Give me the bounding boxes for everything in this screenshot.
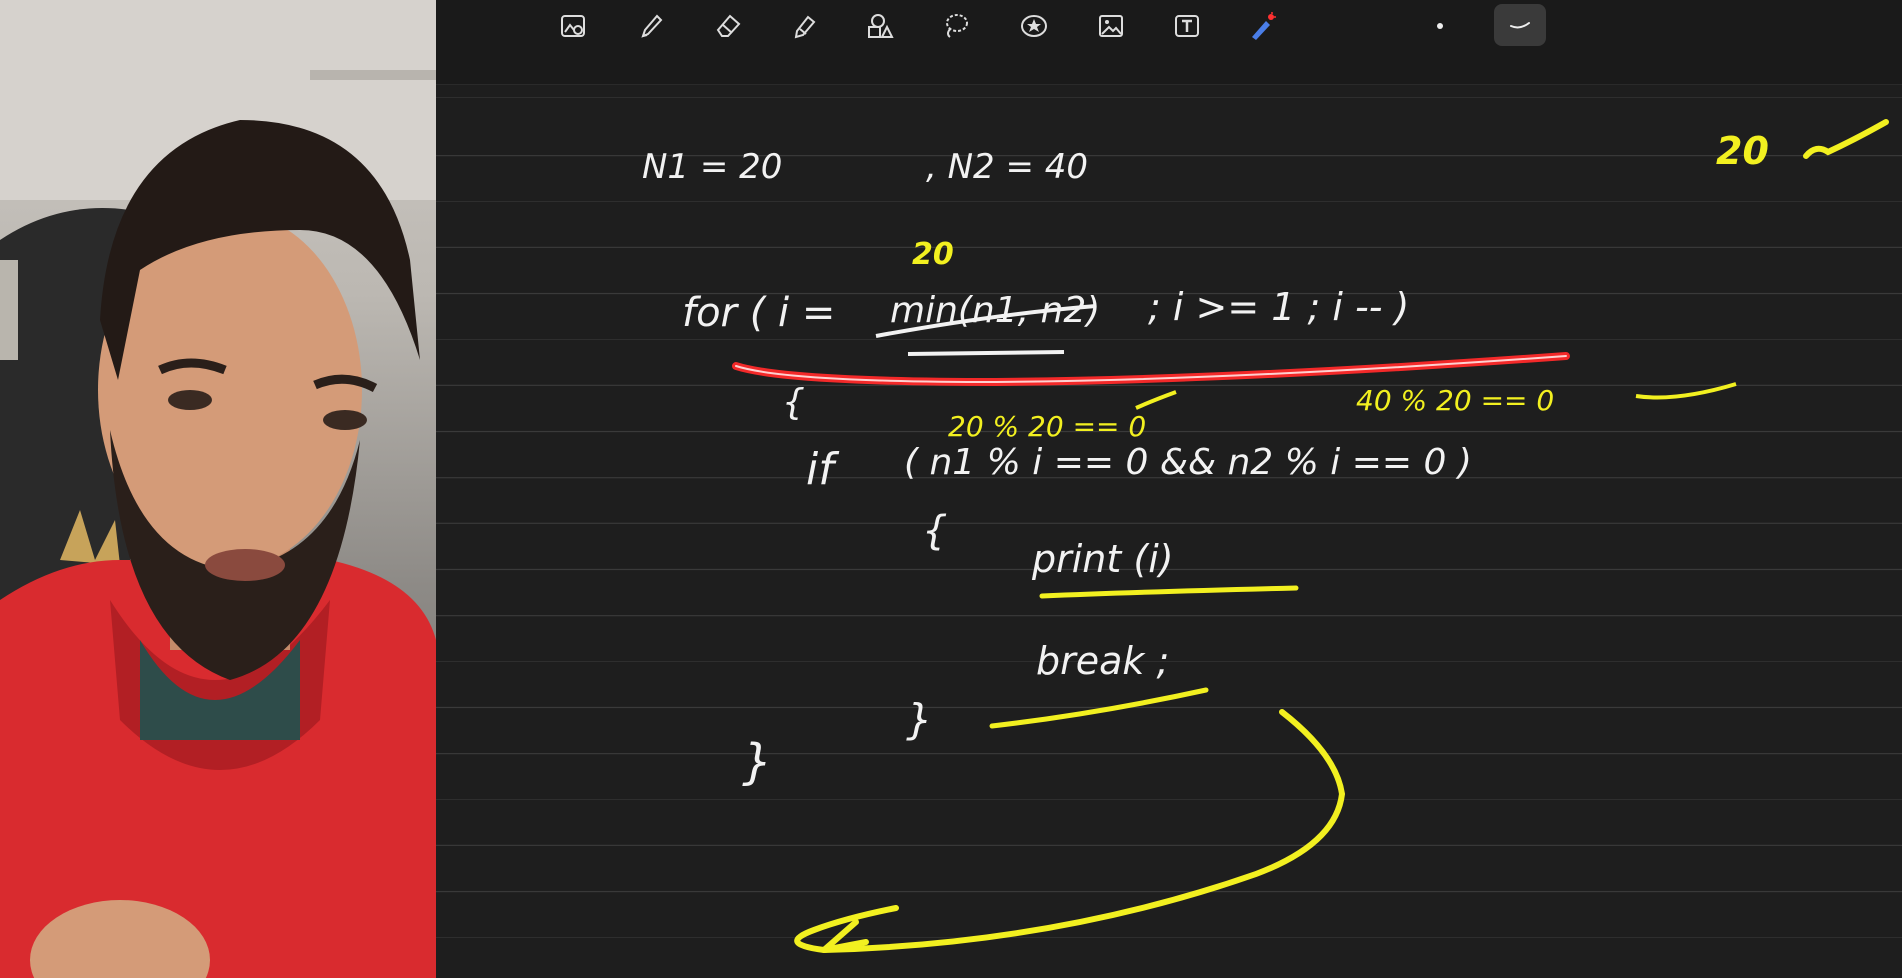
annotation-left: 20 % 20 == 0 xyxy=(948,410,1146,443)
photo-icon[interactable] xyxy=(1089,4,1133,48)
shapes-icon[interactable] xyxy=(858,4,902,48)
annotation-left-tail xyxy=(1135,390,1177,410)
presenter-image xyxy=(0,0,436,978)
for-min-expr: min(n1, n2) xyxy=(890,290,1100,331)
print-underline xyxy=(1039,585,1299,599)
brace-close-1: } xyxy=(742,734,773,790)
text-box-icon[interactable] xyxy=(1165,4,1209,48)
for-rest: ; i >= 1 ; i -- ) xyxy=(1148,285,1409,329)
notes-canvas[interactable]: N1 = 20 , N2 = 40 20 20 for ( i = min(n1… xyxy=(436,0,1902,978)
lasso-icon[interactable] xyxy=(934,4,978,48)
underline-min xyxy=(907,350,1065,356)
for-head: for ( i = xyxy=(682,290,835,336)
stroke-line-icon[interactable] xyxy=(1494,4,1546,46)
annotation-right-tail xyxy=(1635,382,1737,400)
handwriting-layer: N1 = 20 , N2 = 40 20 20 for ( i = min(n1… xyxy=(642,119,1889,954)
n2-assignment: , N2 = 40 xyxy=(926,147,1088,187)
highlighter-icon[interactable] xyxy=(782,4,826,48)
print-statement: print (i) xyxy=(1031,537,1174,581)
if-condition: ( n1 % i == 0 && n2 % i == 0 ) xyxy=(904,442,1472,483)
webcam-video xyxy=(0,0,436,978)
break-underline xyxy=(989,687,1209,729)
stroke-dot-icon[interactable] xyxy=(1418,4,1462,48)
brace-close-2: } xyxy=(906,695,933,744)
min-annotation: 20 xyxy=(912,237,954,272)
pen-icon[interactable] xyxy=(629,4,673,48)
brace-open-1: { xyxy=(782,382,805,423)
corner-value: 20 xyxy=(1716,129,1769,173)
sticker-icon[interactable] xyxy=(1012,4,1056,48)
break-statement: break ; xyxy=(1036,639,1169,683)
drawing-toolbar xyxy=(436,0,1902,85)
loop-arrow xyxy=(794,709,1346,954)
n1-assignment: N1 = 20 xyxy=(642,147,782,187)
image-insert-icon[interactable] xyxy=(551,4,595,48)
check-mark xyxy=(1803,119,1889,159)
if-keyword: if xyxy=(806,444,840,495)
brace-open-2: { xyxy=(922,508,947,554)
annotation-right: 40 % 20 == 0 xyxy=(1356,384,1554,417)
laser-pointer-icon[interactable] xyxy=(1240,4,1284,48)
eraser-icon[interactable] xyxy=(706,4,750,48)
